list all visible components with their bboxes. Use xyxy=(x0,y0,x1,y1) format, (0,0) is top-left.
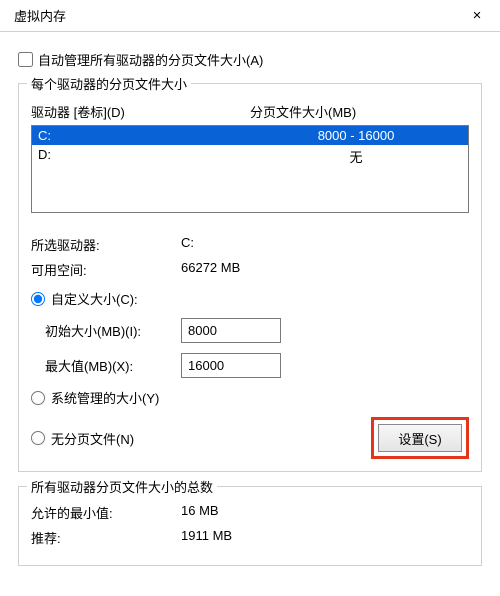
window-title: 虚拟内存 xyxy=(14,6,66,25)
list-item[interactable]: C: 8000 - 16000 xyxy=(32,126,468,145)
selected-drive-row: 所选驱动器: C: xyxy=(31,235,469,254)
system-managed-label: 系统管理的大小(Y) xyxy=(51,388,159,407)
group-totals: 所有驱动器分页文件大小的总数 允许的最小值: 16 MB 推荐: 1911 MB xyxy=(18,486,482,566)
no-paging-radio-row[interactable]: 无分页文件(N) xyxy=(31,429,134,448)
custom-size-radio-row[interactable]: 自定义大小(C): xyxy=(31,289,469,308)
drive-list[interactable]: C: 8000 - 16000 D: 无 xyxy=(31,125,469,213)
initial-size-row: 初始大小(MB)(I): xyxy=(31,318,469,343)
group-per-drive-title: 每个驱动器的分页文件大小 xyxy=(27,74,191,93)
automanage-checkbox[interactable] xyxy=(18,52,33,67)
drive-cell: C: xyxy=(38,128,250,143)
custom-size-radio[interactable] xyxy=(31,292,45,306)
max-size-label: 最大值(MB)(X): xyxy=(31,356,181,375)
content: 自动管理所有驱动器的分页文件大小(A) 每个驱动器的分页文件大小 驱动器 [卷标… xyxy=(0,32,500,566)
initial-size-input[interactable] xyxy=(181,318,281,343)
drive-cell: D: xyxy=(38,147,250,166)
system-managed-radio-row[interactable]: 系统管理的大小(Y) xyxy=(31,388,469,407)
selected-drive-label: 所选驱动器: xyxy=(31,235,181,254)
min-label: 允许的最小值: xyxy=(31,503,181,522)
custom-size-label: 自定义大小(C): xyxy=(51,289,138,308)
min-row: 允许的最小值: 16 MB xyxy=(31,503,469,522)
rec-row: 推荐: 1911 MB xyxy=(31,528,469,547)
initial-size-label: 初始大小(MB)(I): xyxy=(31,321,181,340)
size-cell: 无 xyxy=(250,147,462,166)
free-space-label: 可用空间: xyxy=(31,260,181,279)
group-totals-title: 所有驱动器分页文件大小的总数 xyxy=(27,477,217,496)
rec-label: 推荐: xyxy=(31,528,181,547)
drive-list-header: 驱动器 [卷标](D) 分页文件大小(MB) xyxy=(31,102,469,121)
free-space-row: 可用空间: 66272 MB xyxy=(31,260,469,279)
free-space-value: 66272 MB xyxy=(181,260,240,279)
max-size-input[interactable] xyxy=(181,353,281,378)
list-item[interactable]: D: 无 xyxy=(32,145,468,168)
rec-value: 1911 MB xyxy=(181,528,232,547)
selected-drive-value: C: xyxy=(181,235,194,254)
system-managed-radio[interactable] xyxy=(31,391,45,405)
size-cell: 8000 - 16000 xyxy=(250,128,462,143)
close-icon[interactable]: × xyxy=(462,7,492,24)
automanage-checkbox-row[interactable]: 自动管理所有驱动器的分页文件大小(A) xyxy=(18,50,482,69)
group-per-drive: 每个驱动器的分页文件大小 驱动器 [卷标](D) 分页文件大小(MB) C: 8… xyxy=(18,83,482,472)
col-size-header: 分页文件大小(MB) xyxy=(250,102,469,121)
titlebar: 虚拟内存 × xyxy=(0,0,500,32)
no-paging-label: 无分页文件(N) xyxy=(51,429,134,448)
max-size-row: 最大值(MB)(X): xyxy=(31,353,469,378)
set-button-highlight: 设置(S) xyxy=(371,417,469,459)
no-paging-radio[interactable] xyxy=(31,431,45,445)
col-drive-header: 驱动器 [卷标](D) xyxy=(31,102,250,121)
set-button[interactable]: 设置(S) xyxy=(378,424,462,452)
min-value: 16 MB xyxy=(181,503,219,522)
automanage-label: 自动管理所有驱动器的分页文件大小(A) xyxy=(38,50,263,69)
